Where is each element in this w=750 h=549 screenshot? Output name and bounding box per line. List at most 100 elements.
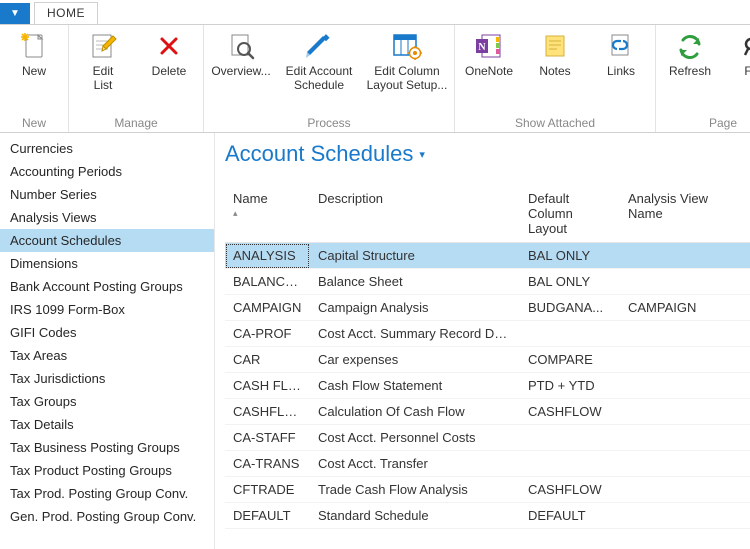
edit-list-label: EditList <box>93 65 114 95</box>
cell-name: BALANCE ... <box>225 269 310 295</box>
edit-list-button[interactable]: EditList <box>75 29 131 95</box>
cell-dcl <box>520 425 620 451</box>
find-label: Find <box>744 65 750 95</box>
cell-dcl: BAL ONLY <box>520 269 620 295</box>
table-row[interactable]: BALANCE ...Balance SheetBAL ONLY <box>225 269 750 295</box>
cell-avn <box>620 399 750 425</box>
onenote-icon: N <box>472 29 506 63</box>
cell-avn <box>620 269 750 295</box>
table-row[interactable]: CARCar expensesCOMPARE <box>225 347 750 373</box>
sidebar-item[interactable]: Dimensions <box>0 252 214 275</box>
cell-desc: Cost Acct. Personnel Costs <box>310 425 520 451</box>
table-row[interactable]: CA-TRANSCost Acct. Transfer <box>225 451 750 477</box>
cell-avn <box>620 451 750 477</box>
links-button[interactable]: Links <box>593 29 649 95</box>
page-title[interactable]: Account Schedules ▾ <box>225 141 750 167</box>
table-row[interactable]: CFTRADETrade Cash Flow AnalysisCASHFLOW <box>225 477 750 503</box>
ribbon: New New EditList Delete Manage <box>0 25 750 133</box>
cell-name: CAMPAIGN <box>225 295 310 321</box>
sidebar-item[interactable]: Analysis Views <box>0 206 214 229</box>
sidebar-item[interactable]: Number Series <box>0 183 214 206</box>
cell-avn <box>620 425 750 451</box>
chevron-down-icon: ▾ <box>419 148 425 161</box>
overview-button[interactable]: Overview... <box>210 29 272 95</box>
onenote-label: OneNote <box>465 65 513 95</box>
table-row[interactable]: CA-PROFCost Acct. Summary Record DB p... <box>225 321 750 347</box>
col-header-default-column-layout[interactable]: Default Column Layout <box>520 187 620 243</box>
edit-account-schedule-label: Edit AccountSchedule <box>286 65 353 95</box>
sidebar-item[interactable]: Tax Areas <box>0 344 214 367</box>
cell-dcl: COMPARE <box>520 347 620 373</box>
cell-dcl: DEFAULT <box>520 503 620 529</box>
tab-home[interactable]: HOME <box>34 2 98 24</box>
onenote-button[interactable]: N OneNote <box>461 29 517 95</box>
cell-desc: Cost Acct. Transfer <box>310 451 520 477</box>
cell-avn <box>620 503 750 529</box>
table-row[interactable]: ANALYSISCapital StructureBAL ONLY <box>225 243 750 269</box>
cell-avn <box>620 347 750 373</box>
new-button[interactable]: New <box>6 29 62 95</box>
table-row[interactable]: CASH FLOWCash Flow StatementPTD + YTD <box>225 373 750 399</box>
cell-name: CFTRADE <box>225 477 310 503</box>
links-label: Links <box>607 65 635 95</box>
col-header-name[interactable]: Name <box>225 187 310 243</box>
cell-name: CASH FLOW <box>225 373 310 399</box>
cell-avn <box>620 477 750 503</box>
cell-desc: Campaign Analysis <box>310 295 520 321</box>
ribbon-group-page: Refresh Find Page <box>656 25 750 132</box>
find-button[interactable]: Find <box>728 29 750 95</box>
col-header-description[interactable]: Description <box>310 187 520 243</box>
cell-name: ANALYSIS <box>225 243 310 269</box>
cell-name: DEFAULT <box>225 503 310 529</box>
sidebar-item[interactable]: Tax Details <box>0 413 214 436</box>
cell-dcl <box>520 321 620 347</box>
table-row[interactable]: CAMPAIGNCampaign AnalysisBUDGANA...CAMPA… <box>225 295 750 321</box>
cell-dcl: CASHFLOW <box>520 399 620 425</box>
refresh-icon <box>673 29 707 63</box>
grid-header-row: Name Description Default Column Layout A… <box>225 187 750 243</box>
app-menu-dropdown[interactable]: ▼ <box>0 3 30 24</box>
edit-account-schedule-button[interactable]: Edit AccountSchedule <box>282 29 356 95</box>
sidebar-item[interactable]: IRS 1099 Form-Box <box>0 298 214 321</box>
cell-name: CA-STAFF <box>225 425 310 451</box>
sidebar-item[interactable]: Tax Jurisdictions <box>0 367 214 390</box>
sidebar-item[interactable]: Tax Business Posting Groups <box>0 436 214 459</box>
sidebar-item[interactable]: Currencies <box>0 137 214 160</box>
notes-icon <box>538 29 572 63</box>
cell-avn: CAMPAIGN <box>620 295 750 321</box>
refresh-label: Refresh <box>669 65 711 95</box>
ribbon-group-show-attached: N OneNote Notes Links Show Attached <box>455 25 656 132</box>
ribbon-group-new: New New <box>0 25 69 132</box>
table-row[interactable]: CASHFLOWCalculation Of Cash FlowCASHFLOW <box>225 399 750 425</box>
find-icon <box>739 29 750 63</box>
cell-desc: Cash Flow Statement <box>310 373 520 399</box>
column-layout-icon <box>390 29 424 63</box>
cell-dcl: BAL ONLY <box>520 243 620 269</box>
cell-desc: Calculation Of Cash Flow <box>310 399 520 425</box>
cell-desc: Standard Schedule <box>310 503 520 529</box>
sidebar-item[interactable]: Gen. Prod. Posting Group Conv. <box>0 505 214 528</box>
col-header-analysis-view-name[interactable]: Analysis View Name <box>620 187 750 243</box>
cell-name: CAR <box>225 347 310 373</box>
sidebar-item[interactable]: Account Schedules <box>0 229 214 252</box>
sidebar-item[interactable]: Bank Account Posting Groups <box>0 275 214 298</box>
delete-button[interactable]: Delete <box>141 29 197 95</box>
cell-desc: Capital Structure <box>310 243 520 269</box>
sidebar-item[interactable]: GIFI Codes <box>0 321 214 344</box>
sidebar-item[interactable]: Tax Product Posting Groups <box>0 459 214 482</box>
notes-button[interactable]: Notes <box>527 29 583 95</box>
sidebar-item[interactable]: Accounting Periods <box>0 160 214 183</box>
refresh-button[interactable]: Refresh <box>662 29 718 95</box>
sidebar-item[interactable]: Tax Groups <box>0 390 214 413</box>
edit-column-layout-button[interactable]: Edit ColumnLayout Setup... <box>366 29 448 95</box>
cell-name: CA-PROF <box>225 321 310 347</box>
sidebar-item[interactable]: Tax Prod. Posting Group Conv. <box>0 482 214 505</box>
ribbon-group-page-title: Page <box>662 114 750 130</box>
table-row[interactable]: CA-STAFFCost Acct. Personnel Costs <box>225 425 750 451</box>
ribbon-group-manage: EditList Delete Manage <box>69 25 204 132</box>
new-label: New <box>22 65 46 95</box>
overview-label: Overview... <box>211 65 270 95</box>
cell-desc: Trade Cash Flow Analysis <box>310 477 520 503</box>
cell-dcl: BUDGANA... <box>520 295 620 321</box>
table-row[interactable]: DEFAULTStandard ScheduleDEFAULT <box>225 503 750 529</box>
